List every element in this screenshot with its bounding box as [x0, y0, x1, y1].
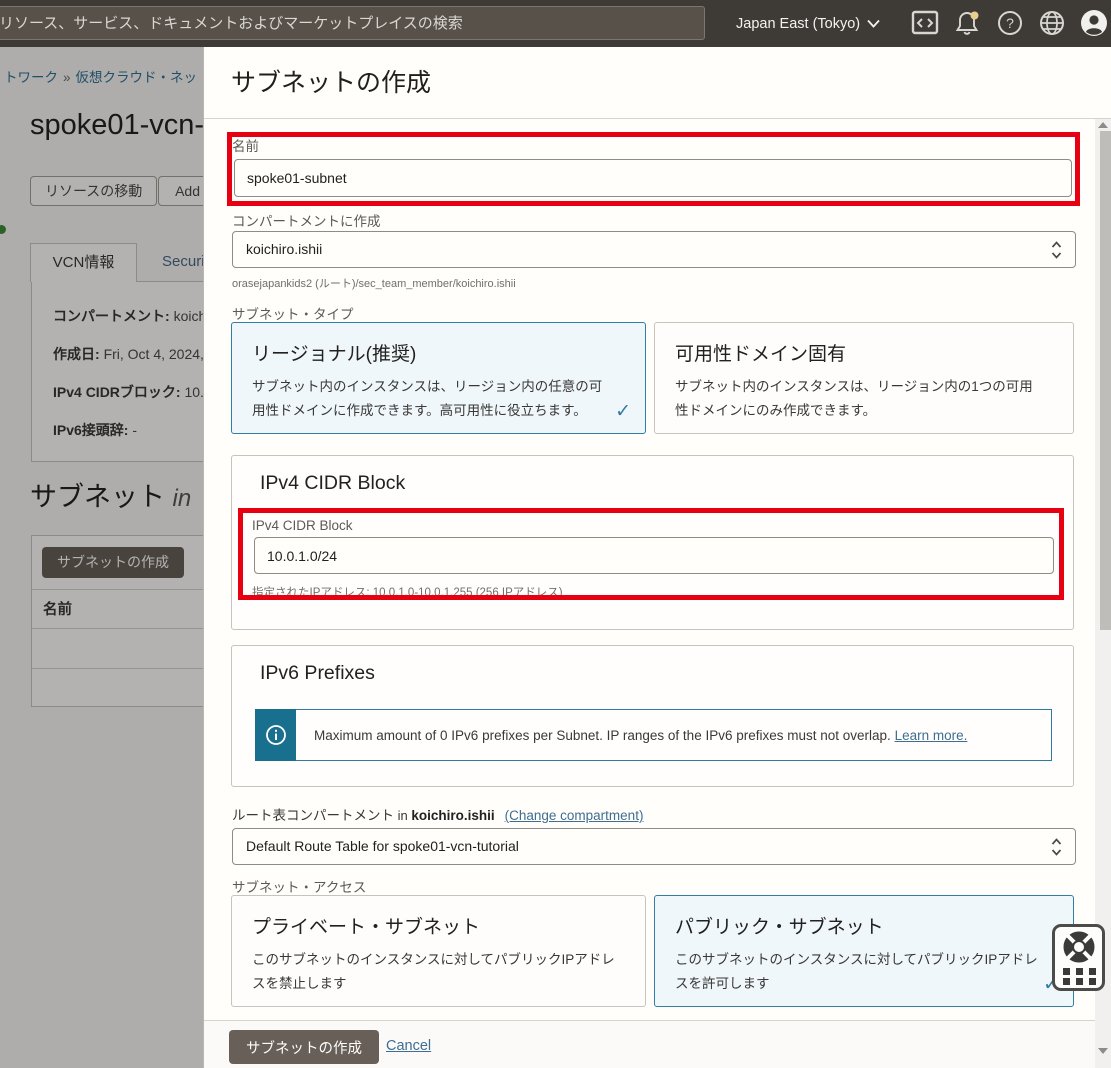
region-label: Japan East (Tokyo)	[736, 16, 860, 32]
compartment-select[interactable]: koichiro.ishii	[232, 231, 1076, 268]
compartment-path-helper: orasejapankids2 (ルート)/sec_team_member/ko…	[232, 275, 516, 291]
name-label: 名前	[232, 135, 259, 155]
ipv6-section-heading: IPv6 Prefixes	[260, 662, 375, 685]
scroll-down-arrow[interactable]	[1098, 1048, 1108, 1054]
developer-console-icon[interactable]	[911, 9, 939, 37]
scroll-up-arrow[interactable]	[1098, 122, 1108, 128]
ipv4-cidr-label: IPv4 CIDR Block	[252, 518, 353, 533]
create-subnet-panel: サブネットの作成 名前 コンパートメントに作成 koichiro.ishii o…	[203, 47, 1111, 1068]
subnet-type-label: サブネット・タイプ	[232, 303, 354, 323]
subnet-type-regional-card[interactable]: リージョナル(推奨) サブネット内のインスタンスは、リージョン内の任意の可用性ド…	[231, 322, 646, 434]
info-icon	[264, 723, 288, 747]
language-icon[interactable]	[1038, 9, 1066, 37]
change-compartment-link[interactable]: (Change compartment)	[505, 808, 644, 823]
scrollbar-thumb[interactable]	[1100, 131, 1111, 630]
top-navigation-bar: Japan East (Tokyo) ?	[0, 0, 1111, 47]
create-subnet-submit-button[interactable]: サブネットの作成	[229, 1030, 379, 1064]
help-icon[interactable]: ?	[996, 9, 1024, 37]
route-table-select[interactable]: Default Route Table for spoke01-vcn-tuto…	[232, 828, 1076, 865]
capture-lifebuoy-icon	[1059, 929, 1099, 965]
chevron-down-icon	[867, 19, 880, 28]
modal-dim-overlay[interactable]	[0, 47, 203, 1068]
notifications-icon[interactable]	[953, 9, 981, 37]
ipv4-cidr-helper: 指定されたIPアドレス: 10.0.1.0-10.0.1.255 (256 IP…	[252, 584, 563, 600]
compartment-label: コンパートメントに作成	[232, 210, 381, 230]
select-stepper-icon	[1051, 240, 1062, 260]
profile-icon[interactable]	[1080, 9, 1108, 37]
ipv6-info-banner: Maximum amount of 0 IPv6 prefixes per Su…	[255, 709, 1052, 761]
ipv6-prefixes-section: IPv6 Prefixes Maximum amount of 0 IPv6 p…	[231, 645, 1074, 787]
ipv4-cidr-section: IPv4 CIDR Block IPv4 CIDR Block 指定されたIPア…	[231, 455, 1074, 630]
public-subnet-card[interactable]: パブリック・サブネット このサブネットのインスタンスに対してパブリックIPアドレ…	[654, 895, 1074, 1007]
ipv4-cidr-input[interactable]	[254, 537, 1054, 574]
cancel-link[interactable]: Cancel	[386, 1038, 431, 1054]
search-input[interactable]	[0, 6, 705, 40]
capture-grid-dots	[1063, 968, 1101, 986]
route-table-compartment-label: ルート表コンパートメント in koichiro.ishii(Change co…	[232, 804, 643, 824]
subnet-name-input[interactable]	[234, 159, 1072, 197]
subnet-type-ad-card[interactable]: 可用性ドメイン固有 サブネット内のインスタンスは、リージョン内の1つの可用性ドメ…	[654, 322, 1074, 434]
notification-badge	[971, 12, 979, 20]
private-subnet-card[interactable]: プライベート・サブネット このサブネットのインスタンスに対してパブリックIPアド…	[231, 895, 646, 1007]
info-icon-block	[255, 709, 296, 761]
panel-title: サブネットの作成	[231, 63, 431, 99]
svg-text:?: ?	[1006, 15, 1014, 31]
region-selector[interactable]: Japan East (Tokyo)	[736, 0, 880, 47]
ipv6-banner-text: Maximum amount of 0 IPv6 prefixes per Su…	[314, 710, 967, 760]
selected-check-icon: ✓	[615, 400, 631, 423]
subnet-access-label: サブネット・アクセス	[232, 876, 366, 896]
ipv4-section-heading: IPv4 CIDR Block	[260, 472, 405, 495]
learn-more-link[interactable]: Learn more.	[895, 728, 968, 743]
select-stepper-icon	[1051, 837, 1062, 857]
panel-footer: サブネットの作成 Cancel	[204, 1021, 1111, 1068]
screen-capture-widget[interactable]	[1052, 924, 1105, 991]
oci-console-screen: Japan East (Tokyo) ?	[0, 0, 1111, 1068]
